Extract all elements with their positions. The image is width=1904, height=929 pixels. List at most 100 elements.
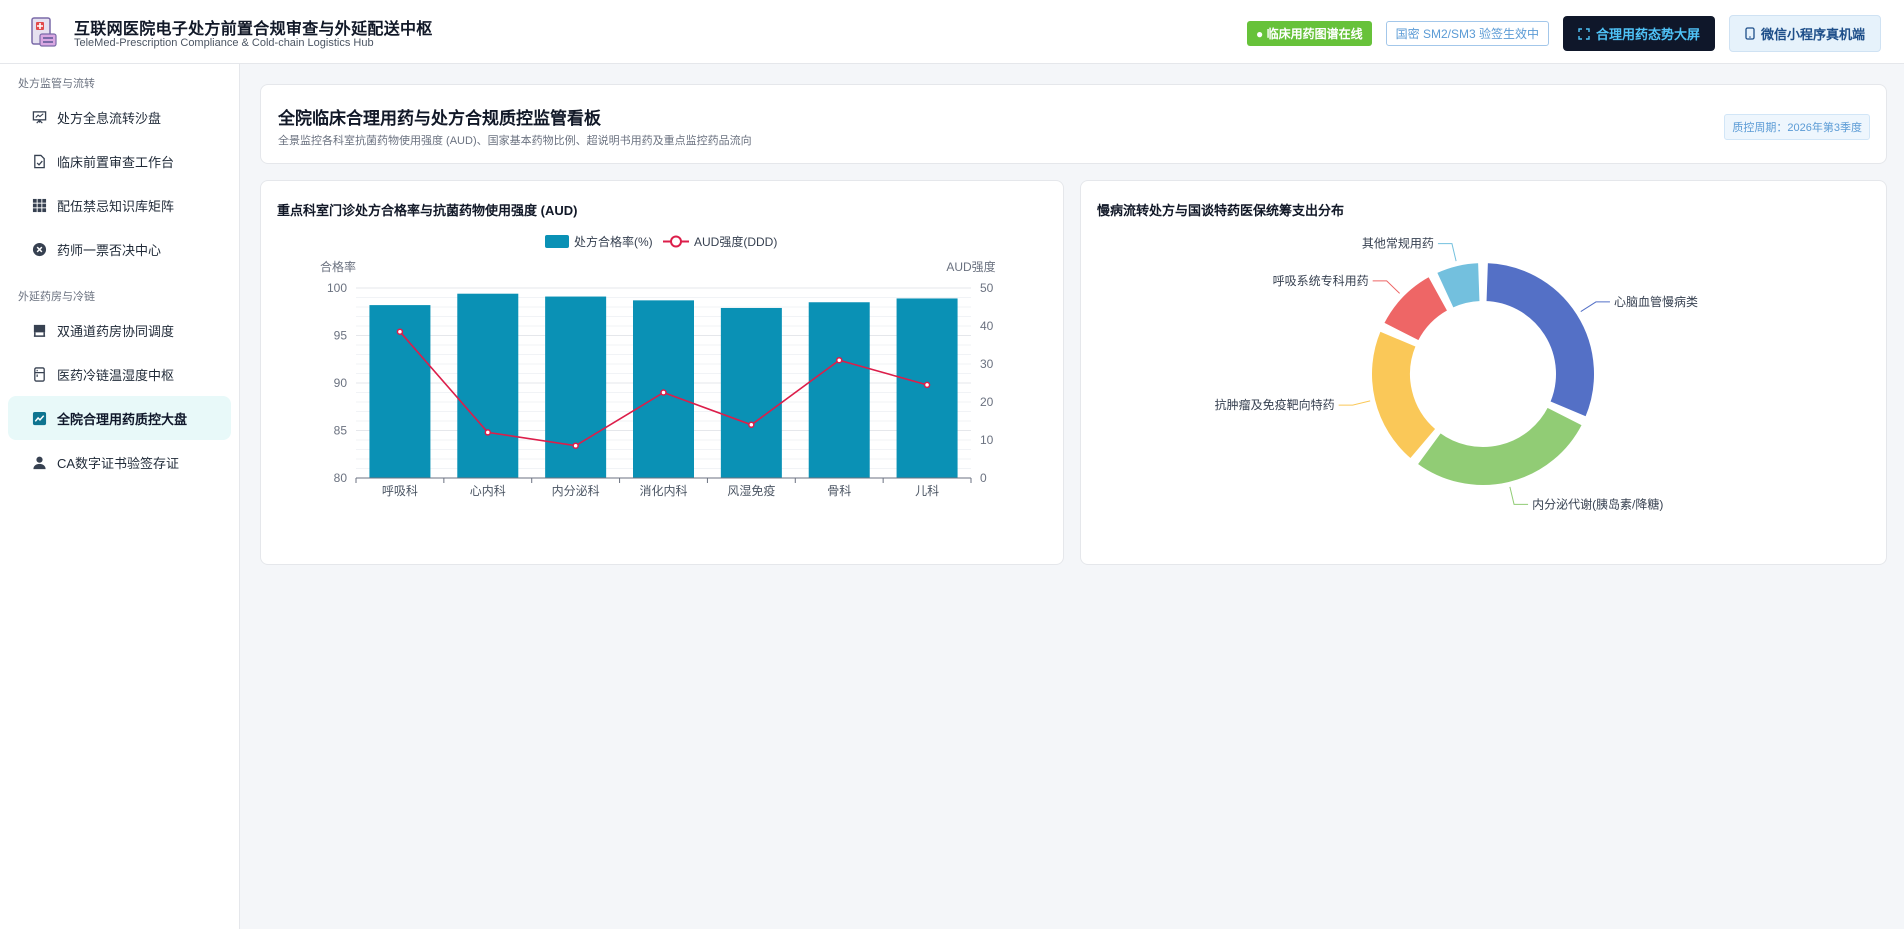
aud-point <box>572 442 579 449</box>
slice-label: 内分泌代谢(胰岛素/降糖) <box>1532 496 1663 511</box>
dashboard-hero-card: 全院临床合理用药与处方合规质控监管看板 全景监控各科室抗菌药物使用强度 (AUD… <box>260 84 1887 164</box>
sidebar-item-pharmacist-veto[interactable]: 药师一票否决中心 <box>8 227 231 271</box>
situation-dashboard-label: 合理用药态势大屏 <box>1595 27 1700 42</box>
store-icon <box>33 324 46 337</box>
legend-swatch-marker <box>670 235 682 248</box>
slice-leader-line <box>1437 243 1457 262</box>
sidebar-item-label: 全院合理用药质控大盘 <box>57 411 188 427</box>
y-tick-left: 80 <box>334 471 348 485</box>
bar-mark <box>808 302 870 478</box>
sidebar-item-label: 医药冷链温湿度中枢 <box>57 367 175 383</box>
phone-icon <box>1745 27 1755 40</box>
y-tick-left: 85 <box>334 424 348 438</box>
sidebar-item-label: 临床前置审查工作台 <box>57 154 175 170</box>
bar-mark <box>545 296 607 478</box>
donut-slice <box>1382 274 1450 343</box>
miniapp-label: 微信小程序真机端 <box>1760 27 1865 42</box>
y-axis-left-title: 合格率 <box>320 259 356 274</box>
expense-donut-chart: 心脑血管慢病类内分泌代谢(胰岛素/降糖) 抗肿瘤及免疫靶向特药 呼吸系统专科用药 其他… <box>1215 236 1698 512</box>
sidebar-item-label: 药师一票否决中心 <box>57 242 162 258</box>
donut-slice <box>1415 405 1584 487</box>
qc-period-tag: 质控周期：2026年第3季度 <box>1724 114 1870 140</box>
y-tick-right: 0 <box>980 471 987 485</box>
sidebar-group-pharmacy: 外延药房与冷链 <box>18 291 95 303</box>
sidebar: 处方监管与流转 处方全息流转沙盘 临床前置审查工作台 配伍禁忌知识库矩阵 药师一… <box>0 64 240 929</box>
sidebar-item-rational-drug-dashboard[interactable]: 全院合理用药质控大盘 <box>8 396 231 440</box>
graph-online-badge: ● 临床用药图谱在线 <box>1247 21 1372 46</box>
y-tick-left: 100 <box>327 281 347 295</box>
x-tick-label: 骨科 <box>827 484 851 498</box>
aud-point <box>660 389 667 396</box>
y-tick-right: 30 <box>980 357 994 371</box>
legend-swatch-bar <box>545 235 569 248</box>
slice-label: 抗肿瘤及免疫靶向特药 <box>1215 397 1335 412</box>
sidebar-item-contraindication-matrix[interactable]: 配伍禁忌知识库矩阵 <box>8 183 231 227</box>
sidebar-group-prescription: 处方监管与流转 <box>18 78 95 90</box>
legend-label-bar: 处方合格率(%) <box>574 234 653 249</box>
pharmacy-logo-icon <box>31 17 57 47</box>
aud-point <box>923 381 931 389</box>
slice-leader-line <box>1372 280 1400 294</box>
y-tick-right: 20 <box>980 395 994 409</box>
slice-label: 心脑血管慢病类 <box>1614 294 1698 309</box>
app-title: 互联网医院电子处方前置合规审查与外延配送中枢 <box>74 21 433 38</box>
sidebar-item-label: CA数字证书验签存证 <box>57 455 180 471</box>
sm-signature-badge: 国密 SM2/SM3 验签生效中 <box>1385 21 1549 46</box>
bar-mark <box>720 307 782 478</box>
slice-leader-line <box>1509 486 1529 505</box>
slice-leader-line <box>1580 301 1610 313</box>
miniapp-button[interactable]: 微信小程序真机端 <box>1728 15 1881 52</box>
page-description: 全景监控各科室抗菌药物使用强度 (AUD)、国家基本药物比例、超说明书用药及重点… <box>278 135 752 147</box>
bar-mark <box>633 300 694 478</box>
x-tick-label: 儿科 <box>915 484 939 498</box>
x-tick-label: 消化内科 <box>639 484 687 498</box>
donut-slice <box>1370 329 1438 461</box>
sidebar-item-prescription-sandbox[interactable]: 处方全息流转沙盘 <box>8 95 231 139</box>
legend-label-line: AUD强度(DDD) <box>694 234 777 249</box>
sidebar-item-label: 双通道药房协同调度 <box>57 323 175 339</box>
page-title: 全院临床合理用药与处方合规质控监管看板 <box>278 109 601 128</box>
aud-point <box>484 429 492 436</box>
bar-mark <box>457 293 519 478</box>
file-check-icon <box>34 154 45 168</box>
y-tick-right: 10 <box>980 433 994 447</box>
slice-leader-line <box>1338 400 1371 406</box>
sidebar-item-cold-chain[interactable]: 医药冷链温湿度中枢 <box>8 352 231 396</box>
y-axis-right-title: AUD强度 <box>946 259 995 274</box>
presentation-icon <box>32 110 47 124</box>
dept-compliance-chart-card: 重点科室门诊处方合格率与抗菌药物使用强度 (AUD) 处方合格率(%) AUD强度… <box>260 180 1064 565</box>
situation-dashboard-button[interactable]: 合理用药态势大屏 <box>1562 16 1715 51</box>
chart-legend: 处方合格率(%) AUD强度(DDD) <box>545 234 777 249</box>
user-icon <box>33 456 46 469</box>
donut-slice <box>1484 261 1596 419</box>
aud-point <box>396 328 404 335</box>
y-tick-left: 95 <box>334 329 348 343</box>
y-tick-left: 90 <box>334 376 348 390</box>
y-tick-right: 40 <box>980 319 994 333</box>
chart-title: 重点科室门诊处方合格率与抗菌药物使用强度 (AUD) <box>277 203 578 218</box>
sidebar-item-dual-channel[interactable]: 双通道药房协同调度 <box>8 308 231 352</box>
y-tick-right: 50 <box>980 281 994 295</box>
aud-point <box>835 356 843 364</box>
fullscreen-icon <box>1578 27 1590 40</box>
x-tick-label: 心内科 <box>470 484 506 498</box>
x-tick-label: 呼吸科 <box>382 484 418 498</box>
slice-label: 其他常规用药 <box>1362 236 1434 251</box>
chronic-expense-chart-card: 慢病流转处方与国谈特药医保统筹支出分布 心脑血管慢病类内分泌代谢(胰岛素/降糖)… <box>1080 180 1887 565</box>
top-header: 互联网医院电子处方前置合规审查与外延配送中枢 TeleMed-Prescript… <box>0 0 1904 64</box>
sidebar-item-label: 处方全息流转沙盘 <box>57 110 162 126</box>
bar-mark <box>896 298 958 478</box>
sidebar-item-clinical-review[interactable]: 临床前置审查工作台 <box>8 139 231 183</box>
chart-line-icon <box>32 411 47 425</box>
x-tick-label: 内分泌科 <box>552 484 600 498</box>
close-circle-icon <box>32 242 47 256</box>
compliance-aud-chart: 处方合格率(%) AUD强度(DDD) 合格率 AUD强度 80 85 90 95 100 0 10… <box>320 234 996 498</box>
fridge-icon <box>34 366 45 382</box>
x-tick-label: 风湿免疫 <box>727 483 775 498</box>
sidebar-item-ca-certificate[interactable]: CA数字证书验签存证 <box>8 440 231 484</box>
sidebar-item-label: 配伍禁忌知识库矩阵 <box>57 198 175 214</box>
grid-icon <box>32 198 47 212</box>
slice-label: 呼吸系统专科用药 <box>1273 273 1369 288</box>
chart-title: 慢病流转处方与国谈特药医保统筹支出分布 <box>1097 203 1345 218</box>
app-subtitle: TeleMed-Prescription Compliance & Cold-c… <box>74 37 374 49</box>
